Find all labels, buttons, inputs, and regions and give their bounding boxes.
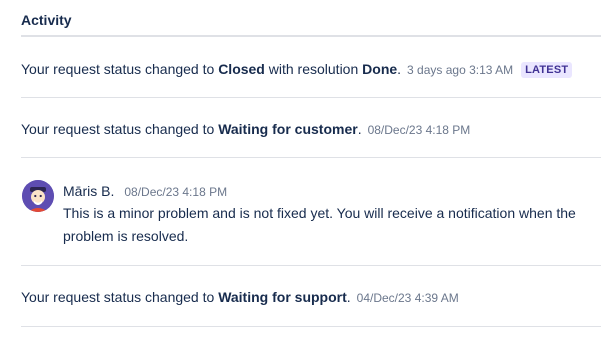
entry-suffix: . <box>346 289 351 305</box>
avatar-illustration <box>22 180 54 212</box>
activity-entry-waiting-customer: Your request status changed to Waiting f… <box>21 119 601 140</box>
entry-suffix: . <box>397 61 402 77</box>
activity-heading: Activity <box>21 12 72 28</box>
entry-timestamp: 08/Dec/23 4:18 PM <box>367 123 471 137</box>
entry-prefix: Your request status changed to <box>21 289 219 305</box>
entry-middle: with resolution <box>264 61 363 77</box>
entry-status: Waiting for support <box>218 289 347 305</box>
entry-divider <box>21 97 601 98</box>
entry-divider <box>21 157 601 158</box>
activity-entry-closed: Your request status changed to Closed wi… <box>21 59 601 80</box>
comment-timestamp: 08/Dec/23 4:18 PM <box>124 185 228 199</box>
heading-divider <box>21 35 601 37</box>
entry-resolution: Done <box>362 61 398 77</box>
entry-timestamp: 3 days ago 3:13 AM <box>407 63 514 77</box>
entry-divider <box>21 265 601 266</box>
comment-author[interactable]: Māris B. <box>63 183 114 199</box>
entry-status: Closed <box>218 61 265 77</box>
entry-prefix: Your request status changed to <box>21 121 219 137</box>
entry-divider <box>21 326 601 327</box>
entry-status: Waiting for customer <box>218 121 358 137</box>
entry-timestamp: 04/Dec/23 4:39 AM <box>356 291 459 305</box>
comment-header: Māris B. 08/Dec/23 4:18 PM <box>63 182 227 201</box>
latest-badge: LATEST <box>521 62 573 78</box>
user-avatar-icon[interactable] <box>22 180 54 212</box>
comment-body: This is a minor problem and is not fixed… <box>63 205 576 244</box>
activity-entry-waiting-support: Your request status changed to Waiting f… <box>21 287 601 308</box>
entry-prefix: Your request status changed to <box>21 61 219 77</box>
entry-suffix: . <box>357 121 362 137</box>
